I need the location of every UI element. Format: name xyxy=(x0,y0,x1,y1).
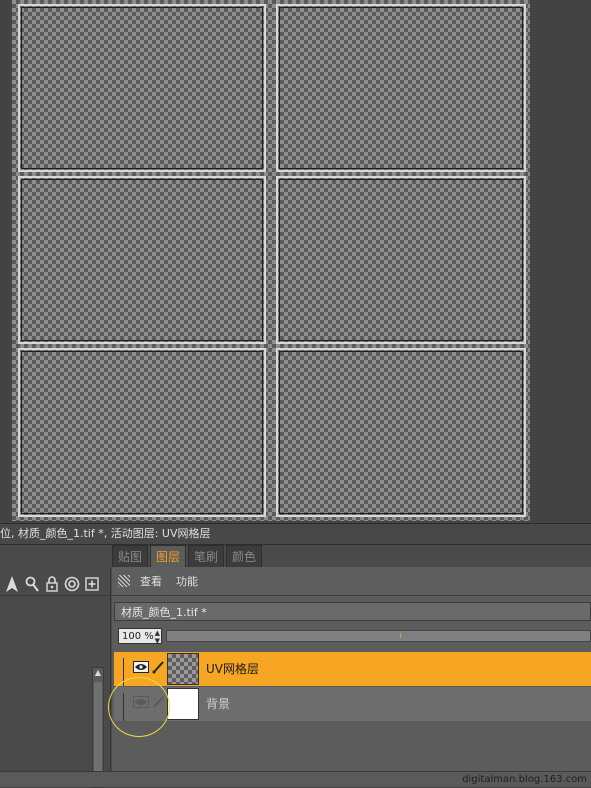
uv-island-4 xyxy=(276,176,526,344)
function-menu[interactable]: 功能 xyxy=(176,573,198,589)
opacity-slider[interactable] xyxy=(166,630,591,642)
opacity-input[interactable]: 100 % ▲ ▼ xyxy=(118,628,162,645)
eye-hidden-icon[interactable] xyxy=(133,695,149,709)
opacity-row: 100 % ▲ ▼ xyxy=(118,628,591,645)
layer-thumbnail xyxy=(167,688,199,720)
arrow-select-icon[interactable] xyxy=(4,575,20,593)
tool-icon-row xyxy=(4,572,100,596)
target-icon[interactable] xyxy=(64,575,80,593)
document-tab[interactable]: 材质_颜色_1.tif * xyxy=(114,602,591,621)
layer-row-uv-grid[interactable]: UV网格层 xyxy=(114,652,591,686)
spinner-arrows-icon[interactable]: ▲ ▼ xyxy=(155,629,160,645)
brush-icon[interactable] xyxy=(152,660,164,674)
eye-icon[interactable] xyxy=(133,660,149,674)
brush-hidden-icon[interactable] xyxy=(152,695,164,709)
uv-island-2 xyxy=(276,4,526,172)
uv-island-6 xyxy=(276,348,526,517)
layer-link-line xyxy=(123,658,124,686)
layer-panel-toolbar: 查看 功能 xyxy=(112,567,591,596)
panel-grip-icon[interactable] xyxy=(118,575,130,587)
tab-layers[interactable]: 图层 xyxy=(150,545,187,567)
tool-divider xyxy=(0,595,110,596)
tool-strip: ▲ xyxy=(0,567,111,788)
scroll-up-arrow-icon[interactable]: ▲ xyxy=(93,668,103,678)
layer-thumbnail xyxy=(167,653,199,685)
tab-brushes[interactable]: 笔刷 xyxy=(188,545,225,567)
status-line: 位, 材质_颜色_1.tif *, 活动图层: UV网格层 xyxy=(0,523,591,545)
uv-island-1 xyxy=(18,4,266,172)
lock-icon[interactable] xyxy=(44,575,60,593)
layer-link-line xyxy=(123,693,124,721)
layer-name: 背景 xyxy=(206,697,231,711)
magnifier-icon[interactable] xyxy=(24,575,40,593)
lower-panel: ▲ 贴图 图层 笔刷 颜色 查看 功能 材质_颜色_1.tif * 100 % … xyxy=(0,545,591,788)
uv-island-3 xyxy=(18,176,266,344)
watermark: digitalman.blog.163.com xyxy=(462,774,587,785)
tab-colors[interactable]: 颜色 xyxy=(226,545,263,567)
layer-panel: 查看 功能 材质_颜色_1.tif * 100 % ▲ ▼ UV网格层 背景 xyxy=(112,567,591,786)
uv-island-5 xyxy=(18,348,266,517)
tab-textures[interactable]: 贴图 xyxy=(112,545,149,567)
bottom-bar: digitalman.blog.163.com xyxy=(0,771,591,787)
add-icon[interactable] xyxy=(84,575,100,593)
vertical-scrollbar[interactable]: ▲ xyxy=(92,667,104,788)
slider-marker xyxy=(400,633,401,638)
layer-name: UV网格层 xyxy=(206,662,259,676)
layer-row-background[interactable]: 背景 xyxy=(114,687,591,721)
uv-texture-canvas[interactable] xyxy=(12,0,530,521)
canvas-viewport[interactable] xyxy=(0,0,591,522)
opacity-value: 100 % xyxy=(122,631,154,642)
panel-tab-bar: 贴图 图层 笔刷 颜色 xyxy=(112,545,263,567)
view-menu[interactable]: 查看 xyxy=(140,573,162,589)
